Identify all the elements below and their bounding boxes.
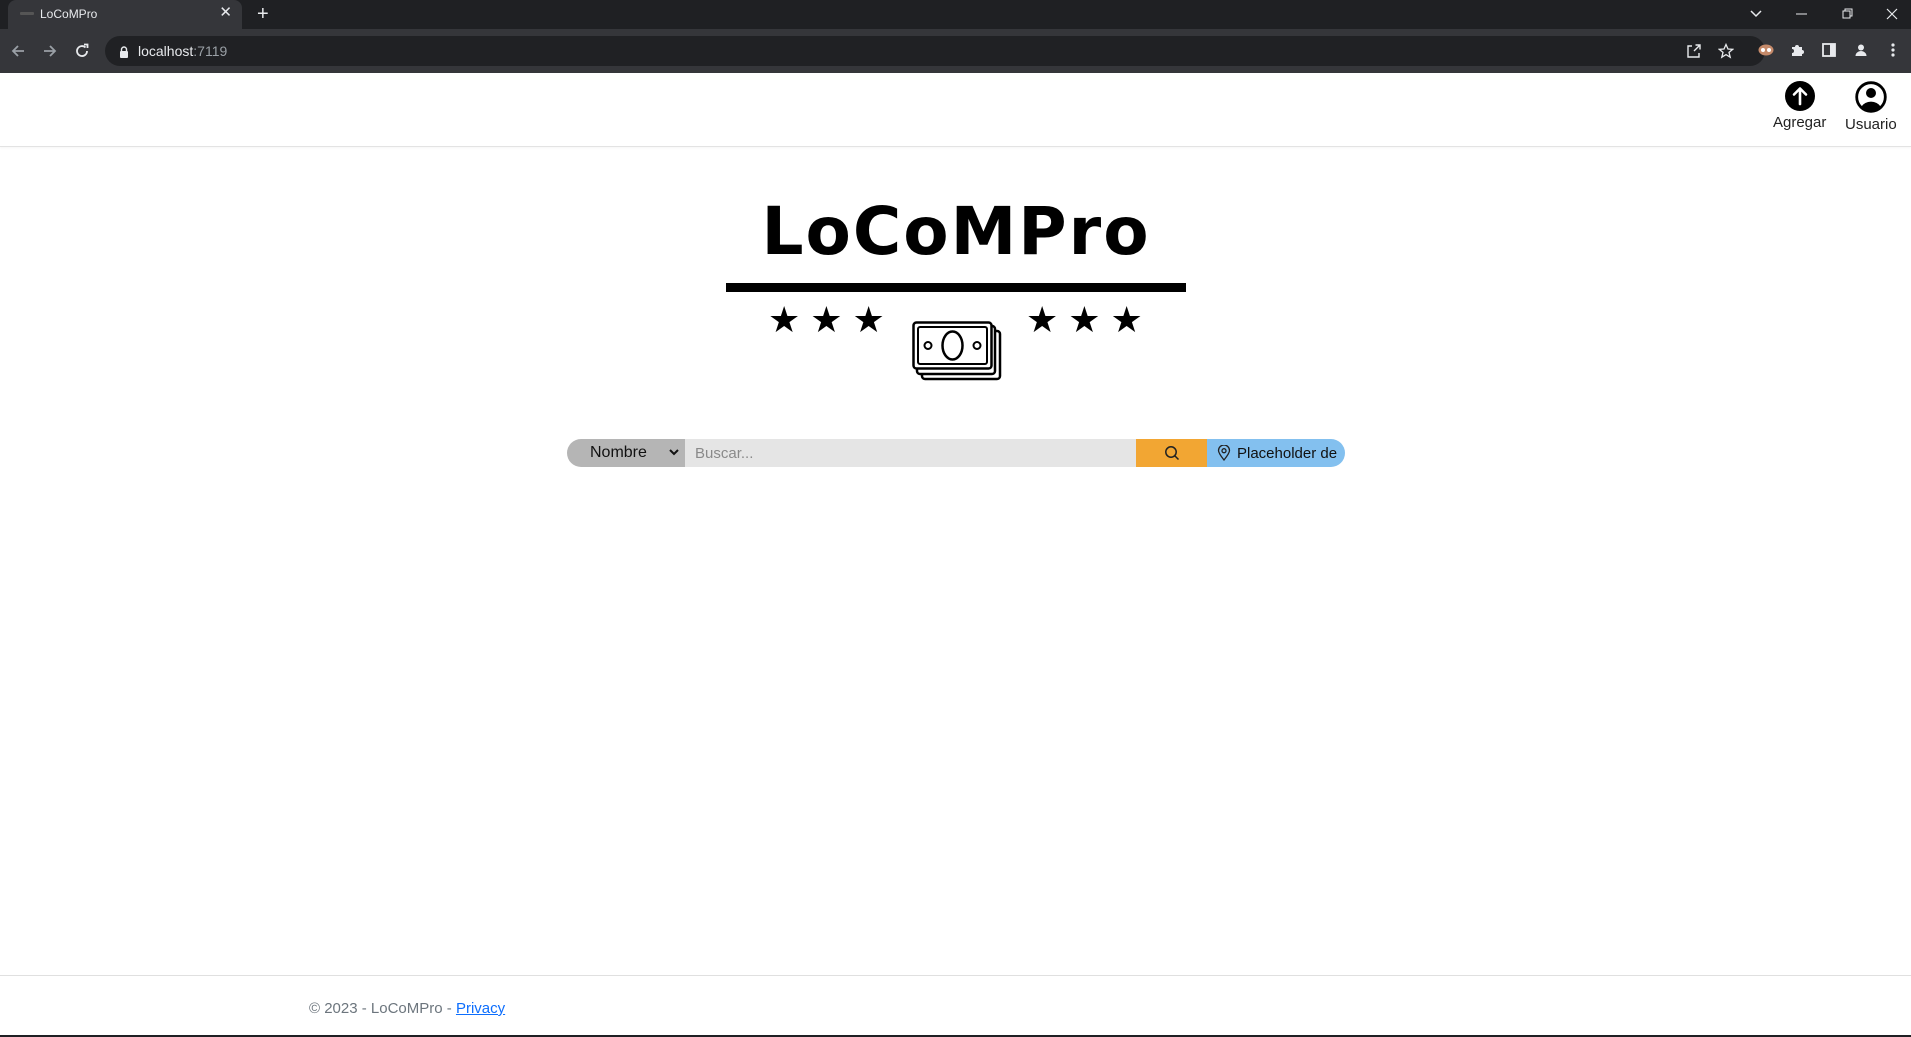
location-pin-icon (1217, 445, 1231, 461)
minimize-icon[interactable] (1786, 4, 1818, 24)
search-button[interactable] (1136, 439, 1207, 467)
browser-tab[interactable]: LoCoMPro ✕ (8, 0, 242, 29)
sidebar-icon[interactable] (1819, 40, 1839, 60)
logo-divider (726, 283, 1186, 292)
share-icon[interactable] (1685, 42, 1703, 60)
footer: © 2023 - LoCoMPro - Privacy (0, 975, 1911, 1037)
add-button[interactable]: Agregar (1773, 81, 1826, 131)
footer-text: © 2023 - LoCoMPro - Privacy (309, 1000, 505, 1017)
forward-arrow-icon[interactable] (39, 40, 61, 62)
page-content: Agregar Usuario LoCoMPro ★★★ ★★★ Nombre … (0, 73, 1911, 1037)
search-bar: Nombre Placeholder de (567, 439, 1345, 467)
logo-stars-right: ★★★ (1026, 299, 1153, 340)
extension-icon[interactable] (1756, 40, 1776, 60)
profile-icon[interactable] (1851, 40, 1871, 60)
logo-title: LoCoMPro (761, 193, 1151, 270)
star-icon[interactable] (1717, 42, 1735, 60)
filter-select-value: Nombre (590, 444, 647, 461)
copyright-text: © 2023 - LoCoMPro - (309, 1000, 456, 1017)
location-button[interactable]: Placeholder de (1207, 439, 1345, 467)
back-arrow-icon[interactable] (7, 40, 29, 62)
user-circle-icon (1855, 81, 1887, 113)
url-port: :7119 (193, 43, 228, 59)
address-bar[interactable]: localhost:7119 (105, 36, 1765, 66)
browser-toolbar: localhost:7119 (0, 29, 1911, 73)
url-host: localhost (138, 43, 194, 59)
arrow-up-circle-icon (1784, 81, 1815, 111)
user-label: Usuario (1845, 116, 1897, 133)
privacy-link[interactable]: Privacy (456, 1000, 505, 1017)
new-tab-button[interactable]: + (257, 2, 269, 26)
add-label: Agregar (1773, 114, 1827, 131)
lock-icon (119, 45, 129, 63)
filter-select[interactable]: Nombre (567, 439, 685, 467)
chevron-down-icon (669, 449, 679, 456)
user-button[interactable]: Usuario (1845, 81, 1897, 133)
tab-title: LoCoMPro (40, 7, 98, 21)
location-label: Placeholder de (1237, 444, 1338, 462)
tab-close-icon[interactable]: ✕ (219, 5, 232, 21)
reload-icon[interactable] (71, 40, 93, 62)
site-header: Agregar Usuario (0, 73, 1911, 147)
close-window-icon[interactable] (1876, 4, 1908, 24)
restore-icon[interactable] (1832, 4, 1864, 24)
banknote-stack-icon (912, 321, 1002, 381)
search-icon (1164, 446, 1179, 461)
tab-search-icon[interactable] (1740, 4, 1772, 24)
logo: LoCoMPro ★★★ ★★★ (726, 193, 1186, 463)
url-text: localhost:7119 (138, 43, 227, 59)
menu-icon[interactable] (1883, 40, 1903, 60)
tab-favicon-icon (20, 12, 34, 15)
logo-stars-left: ★★★ (768, 299, 895, 340)
browser-tab-bar: LoCoMPro ✕ + (0, 0, 1911, 29)
puzzle-icon[interactable] (1787, 40, 1807, 60)
